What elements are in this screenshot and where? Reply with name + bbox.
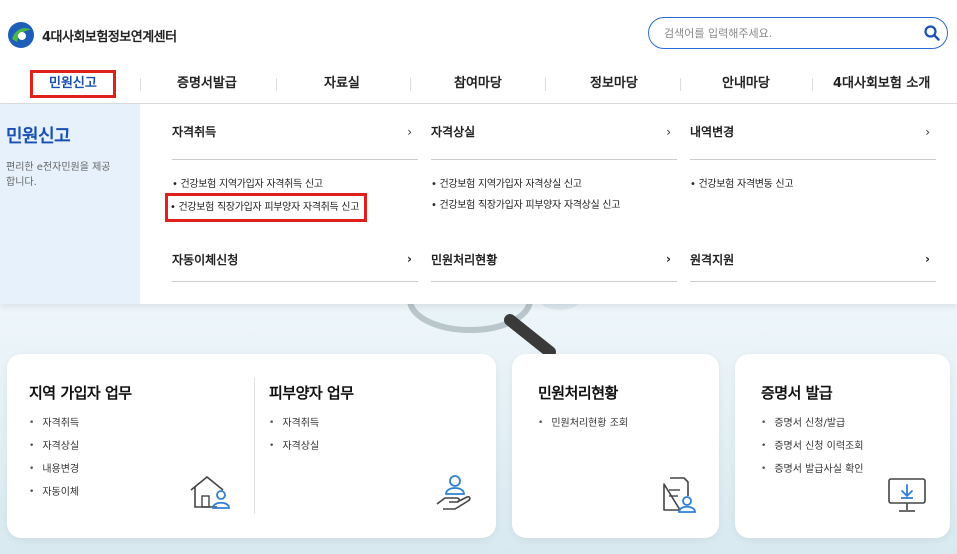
- nav-item-civil-report[interactable]: 민원신고: [30, 70, 116, 98]
- menu-link-dependent-acquisition[interactable]: • 건강보험 직장가입자 피부양자 자격취득 신고: [164, 193, 368, 222]
- card-list-certificate: 증명서 신청/발급 증명서 신청 이력조회 증명서 발급사실 확인: [761, 412, 863, 481]
- card-list-regional: 자격취득 자격상실 내용변경 자동이체: [29, 412, 79, 504]
- menu-heading-auto-transfer[interactable]: 자동이체신청 ›: [172, 237, 418, 282]
- nav-divider: [812, 78, 813, 91]
- menu-link-list: • 건강보험 자격변동 신고: [690, 160, 936, 244]
- main-nav: 민원신고 증명서발급 자료실 참여마당 정보마당 안내마당 4대사회보험 소개: [0, 64, 957, 104]
- card-divider: [254, 378, 255, 514]
- card-link-certificate-history[interactable]: 증명서 신청 이력조회: [761, 435, 863, 458]
- nav-item-guide[interactable]: 안내마당: [722, 73, 770, 95]
- chevron-right-icon: ›: [925, 124, 930, 139]
- card-link-regional-loss[interactable]: 자격상실: [29, 435, 79, 458]
- nav-item-information[interactable]: 정보마당: [590, 73, 638, 95]
- chevron-right-icon: ›: [407, 252, 412, 266]
- menu-link-status-change[interactable]: • 건강보험 자격변동 신고: [690, 174, 936, 195]
- nav-item-certificate[interactable]: 증명서발급: [177, 73, 237, 95]
- monitor-download-icon: [887, 476, 927, 518]
- card-title-certificate: 증명서 발급: [761, 384, 833, 402]
- nav-divider: [410, 78, 411, 91]
- card-link-regional-auto-transfer[interactable]: 자동이체: [29, 481, 79, 504]
- mega-menu-description: 편리한 e전자민원을 제공합니다.: [6, 162, 111, 188]
- card-link-dependent-acquisition[interactable]: 자격취득: [269, 412, 319, 435]
- menu-heading-status[interactable]: 민원처리현황 ›: [431, 237, 677, 282]
- chevron-right-icon: ›: [666, 124, 671, 139]
- menu-heading-acquisition[interactable]: 자격취득 ›: [172, 104, 418, 160]
- menu-heading-label: 내역변경: [690, 125, 735, 139]
- card-link-certificate-issue[interactable]: 증명서 신청/발급: [761, 412, 863, 435]
- card-title-regional: 지역 가입자 업무: [29, 384, 132, 402]
- menu-link-regional-loss[interactable]: • 건강보험 지역가입자 자격상실 신고: [431, 174, 677, 195]
- card-status: 민원처리현황 민원처리현황 조회: [512, 354, 719, 538]
- menu-link-list: • 건강보험 지역가입자 자격취득 신고 • 건강보험 직장가입자 피부양자 자…: [164, 160, 418, 244]
- mega-menu-title: 민원신고: [6, 126, 71, 147]
- site-header: 4대사회보험정보연계센터: [0, 0, 957, 64]
- menu-column-loss: 자격상실 › • 건강보험 지역가입자 자격상실 신고 • 건강보험 직장가입자…: [431, 104, 677, 282]
- nav-divider: [680, 78, 681, 91]
- nav-item-resources[interactable]: 자료실: [324, 73, 360, 95]
- menu-column-acquisition: 자격취득 › • 건강보험 지역가입자 자격취득 신고 • 건강보험 직장가입자…: [164, 104, 418, 282]
- card-subscriber-services: 지역 가입자 업무 자격취득 자격상실 내용변경 자동이체 피부양자 업무 자격…: [7, 354, 496, 538]
- search-box: [648, 17, 948, 49]
- card-link-status-lookup[interactable]: 민원처리현황 조회: [538, 412, 628, 435]
- menu-heading-label: 자동이체신청: [172, 252, 239, 267]
- card-link-dependent-loss[interactable]: 자격상실: [269, 435, 319, 458]
- nav-item-about[interactable]: 4대사회보험 소개: [833, 73, 930, 95]
- menu-link-regional-acquisition[interactable]: • 건강보험 지역가입자 자격취득 신고: [172, 174, 418, 195]
- menu-link-dependent-loss[interactable]: • 건강보험 직장가입자 피부양자 자격상실 신고: [431, 195, 677, 216]
- chevron-right-icon: ›: [925, 252, 930, 266]
- hand-user-icon: [435, 472, 471, 516]
- menu-link-list: • 건강보험 지역가입자 자격상실 신고 • 건강보험 직장가입자 피부양자 자…: [431, 160, 677, 244]
- menu-heading-label: 민원처리현황: [431, 252, 498, 267]
- menu-heading-loss[interactable]: 자격상실 ›: [431, 104, 677, 160]
- card-certificate: 증명서 발급 증명서 신청/발급 증명서 신청 이력조회 증명서 발급사실 확인: [735, 354, 950, 538]
- card-list-dependent: 자격취득 자격상실: [269, 412, 319, 458]
- menu-heading-change[interactable]: 내역변경 ›: [690, 104, 936, 160]
- document-user-icon: [660, 474, 696, 518]
- menu-heading-label: 자격상실: [431, 125, 476, 139]
- search-icon[interactable]: [917, 18, 947, 48]
- chevron-right-icon: ›: [666, 252, 671, 266]
- logo-text: 4대사회보험정보연계센터: [42, 29, 177, 45]
- chevron-right-icon: ›: [407, 124, 412, 139]
- card-list-status: 민원처리현황 조회: [538, 412, 628, 435]
- nav-divider: [276, 78, 277, 91]
- card-link-regional-change[interactable]: 내용변경: [29, 458, 79, 481]
- nav-divider: [140, 78, 141, 91]
- house-user-icon: [187, 472, 231, 516]
- search-input[interactable]: [664, 26, 917, 40]
- logo-mark-icon: [6, 20, 36, 50]
- menu-heading-remote-support[interactable]: 원격지원 ›: [690, 237, 936, 282]
- card-title-status: 민원처리현황: [538, 384, 618, 402]
- menu-heading-label: 원격지원: [690, 252, 735, 267]
- card-link-regional-acquisition[interactable]: 자격취득: [29, 412, 79, 435]
- menu-column-change: 내역변경 › • 건강보험 자격변동 신고 원격지원 ›: [690, 104, 936, 282]
- mega-menu-sidebar: 민원신고 편리한 e전자민원을 제공합니다.: [0, 104, 140, 304]
- card-link-certificate-verify[interactable]: 증명서 발급사실 확인: [761, 458, 863, 481]
- menu-heading-label: 자격취득: [172, 125, 217, 139]
- mega-menu: 민원신고 편리한 e전자민원을 제공합니다. 자격취득 › • 건강보험 지역가…: [0, 104, 957, 304]
- nav-divider: [545, 78, 546, 91]
- site-logo[interactable]: 4대사회보험정보연계센터: [6, 20, 177, 50]
- nav-item-participation[interactable]: 참여마당: [454, 73, 502, 95]
- card-title-dependent: 피부양자 업무: [269, 384, 354, 402]
